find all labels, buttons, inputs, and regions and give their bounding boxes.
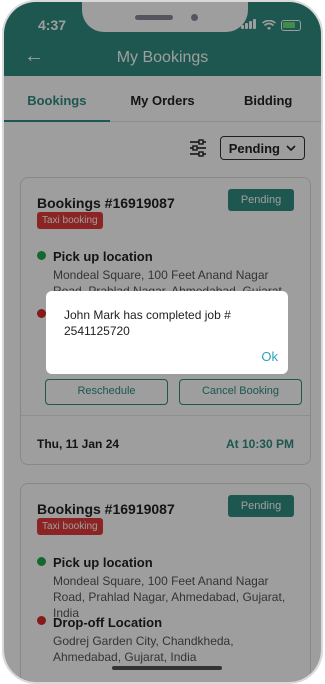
dialog-message: John Mark has completed job # 2541125720	[64, 308, 231, 338]
screen: 4:37 ← My Bookings Bookings My Orders Bi…	[4, 2, 321, 682]
phone-frame: 4:37 ← My Bookings Bookings My Orders Bi…	[2, 0, 323, 684]
home-indicator	[112, 666, 222, 670]
ok-button[interactable]: Ok	[261, 349, 278, 364]
completion-dialog: John Mark has completed job # 2541125720…	[46, 291, 288, 374]
